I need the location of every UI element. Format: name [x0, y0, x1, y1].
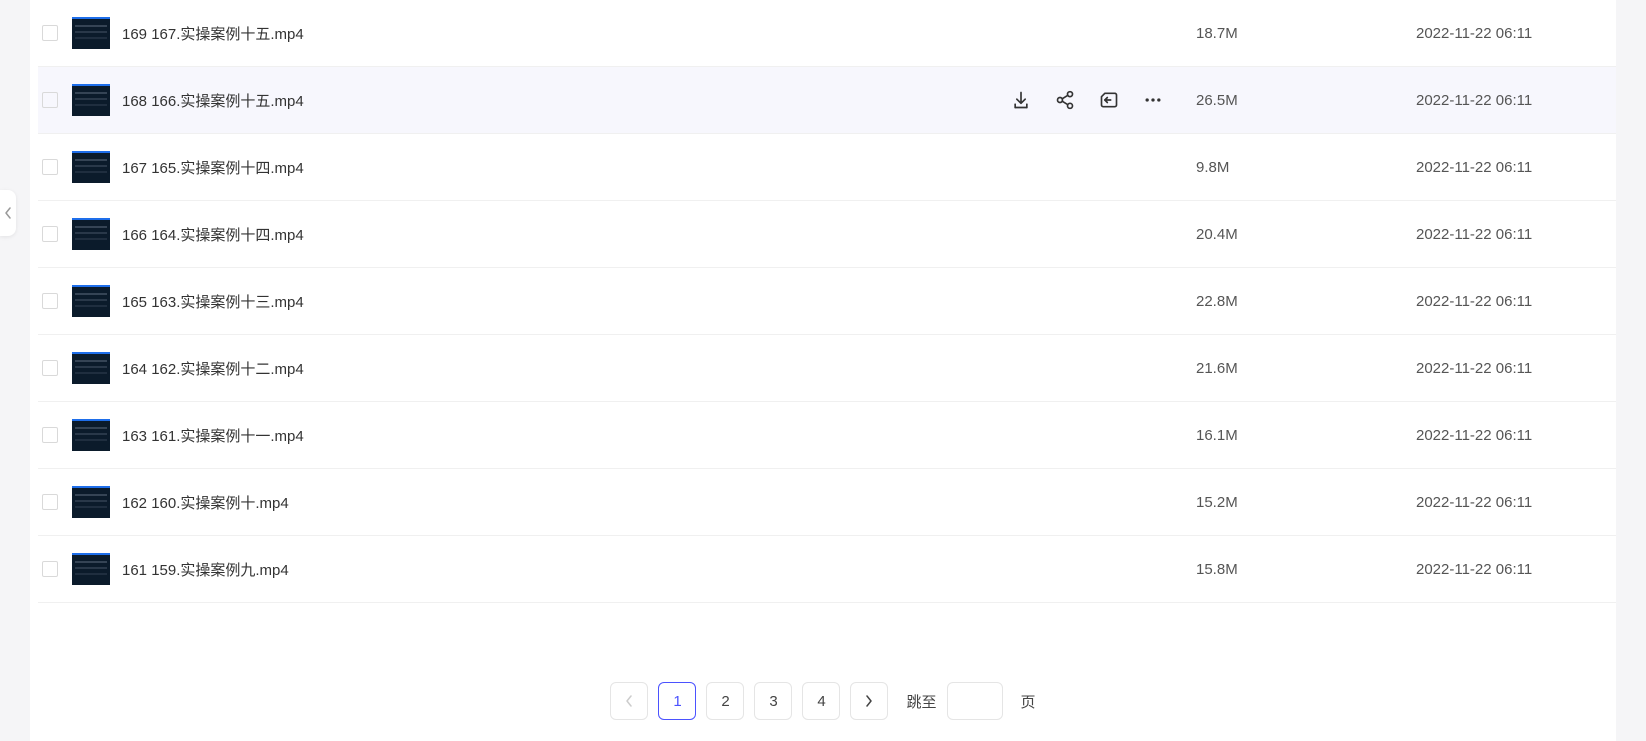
- file-row[interactable]: 161 159.实操案例九.mp415.8M2022-11-22 06:11: [38, 536, 1616, 603]
- page-button-1[interactable]: 1: [658, 682, 696, 720]
- video-thumbnail: [72, 17, 110, 49]
- video-thumbnail: [72, 84, 110, 116]
- file-row[interactable]: 166 164.实操案例十四.mp420.4M2022-11-22 06:11: [38, 201, 1616, 268]
- chevron-left-icon: [4, 207, 12, 219]
- file-size: 20.4M: [1186, 226, 1416, 243]
- row-checkbox[interactable]: [42, 159, 58, 175]
- video-thumbnail: [72, 285, 110, 317]
- file-name[interactable]: 163 161.实操案例十一.mp4: [122, 425, 1186, 446]
- file-list-panel: 169 167.实操案例十五.mp418.7M2022-11-22 06:111…: [30, 0, 1616, 741]
- file-name[interactable]: 169 167.实操案例十五.mp4: [122, 23, 1186, 44]
- file-name[interactable]: 168 166.实操案例十五.mp4: [122, 90, 1010, 111]
- video-thumbnail: [72, 151, 110, 183]
- video-thumbnail: [72, 352, 110, 384]
- file-row[interactable]: 163 161.实操案例十一.mp416.1M2022-11-22 06:11: [38, 402, 1616, 469]
- file-date: 2022-11-22 06:11: [1416, 561, 1616, 578]
- file-size: 21.6M: [1186, 360, 1416, 377]
- file-size: 15.8M: [1186, 561, 1416, 578]
- file-date: 2022-11-22 06:11: [1416, 427, 1616, 444]
- row-checkbox[interactable]: [42, 427, 58, 443]
- row-actions: [1010, 89, 1186, 111]
- file-row[interactable]: 169 167.实操案例十五.mp418.7M2022-11-22 06:11: [38, 0, 1616, 67]
- video-thumbnail: [72, 486, 110, 518]
- jump-page-input[interactable]: [947, 682, 1003, 720]
- page-button-2[interactable]: 2: [706, 682, 744, 720]
- file-name[interactable]: 165 163.实操案例十三.mp4: [122, 291, 1186, 312]
- pagination: 1234 跳至 页: [30, 661, 1616, 741]
- file-size: 15.2M: [1186, 494, 1416, 511]
- file-row[interactable]: 162 160.实操案例十.mp415.2M2022-11-22 06:11: [38, 469, 1616, 536]
- file-name[interactable]: 161 159.实操案例九.mp4: [122, 559, 1186, 580]
- file-name[interactable]: 167 165.实操案例十四.mp4: [122, 157, 1186, 178]
- file-list: 169 167.实操案例十五.mp418.7M2022-11-22 06:111…: [30, 0, 1616, 661]
- more-button[interactable]: [1142, 89, 1164, 111]
- page-next-button[interactable]: [850, 682, 888, 720]
- video-thumbnail: [72, 553, 110, 585]
- file-row[interactable]: 168 166.实操案例十五.mp4 26.5M2022-11-22 06:11: [38, 67, 1616, 134]
- file-date: 2022-11-22 06:11: [1416, 159, 1616, 176]
- file-date: 2022-11-22 06:11: [1416, 92, 1616, 109]
- file-size: 18.7M: [1186, 25, 1416, 42]
- file-size: 26.5M: [1186, 92, 1416, 109]
- video-thumbnail: [72, 419, 110, 451]
- file-name[interactable]: 166 164.实操案例十四.mp4: [122, 224, 1186, 245]
- chevron-left-icon: [624, 695, 634, 707]
- page-prev-button[interactable]: [610, 682, 648, 720]
- row-checkbox[interactable]: [42, 25, 58, 41]
- page-button-3[interactable]: 3: [754, 682, 792, 720]
- file-row[interactable]: 167 165.实操案例十四.mp49.8M2022-11-22 06:11: [38, 134, 1616, 201]
- row-checkbox[interactable]: [42, 561, 58, 577]
- file-name[interactable]: 162 160.实操案例十.mp4: [122, 492, 1186, 513]
- file-size: 22.8M: [1186, 293, 1416, 310]
- share-button[interactable]: [1054, 89, 1076, 111]
- chevron-right-icon: [864, 695, 874, 707]
- file-date: 2022-11-22 06:11: [1416, 293, 1616, 310]
- file-row[interactable]: 164 162.实操案例十二.mp421.6M2022-11-22 06:11: [38, 335, 1616, 402]
- jump-label-prefix: 跳至: [906, 691, 936, 712]
- file-date: 2022-11-22 06:11: [1416, 494, 1616, 511]
- jump-label-suffix: 页: [1021, 691, 1036, 712]
- video-thumbnail: [72, 218, 110, 250]
- row-checkbox[interactable]: [42, 92, 58, 108]
- file-size: 16.1M: [1186, 427, 1416, 444]
- file-date: 2022-11-22 06:11: [1416, 360, 1616, 377]
- row-checkbox[interactable]: [42, 494, 58, 510]
- page-button-4[interactable]: 4: [802, 682, 840, 720]
- row-checkbox[interactable]: [42, 360, 58, 376]
- file-date: 2022-11-22 06:11: [1416, 226, 1616, 243]
- file-name[interactable]: 164 162.实操案例十二.mp4: [122, 358, 1186, 379]
- file-date: 2022-11-22 06:11: [1416, 25, 1616, 42]
- row-checkbox[interactable]: [42, 226, 58, 242]
- file-size: 9.8M: [1186, 159, 1416, 176]
- row-checkbox[interactable]: [42, 293, 58, 309]
- download-button[interactable]: [1010, 89, 1032, 111]
- move-button[interactable]: [1098, 89, 1120, 111]
- file-row[interactable]: 165 163.实操案例十三.mp422.8M2022-11-22 06:11: [38, 268, 1616, 335]
- sidebar-collapse-toggle[interactable]: [0, 190, 16, 236]
